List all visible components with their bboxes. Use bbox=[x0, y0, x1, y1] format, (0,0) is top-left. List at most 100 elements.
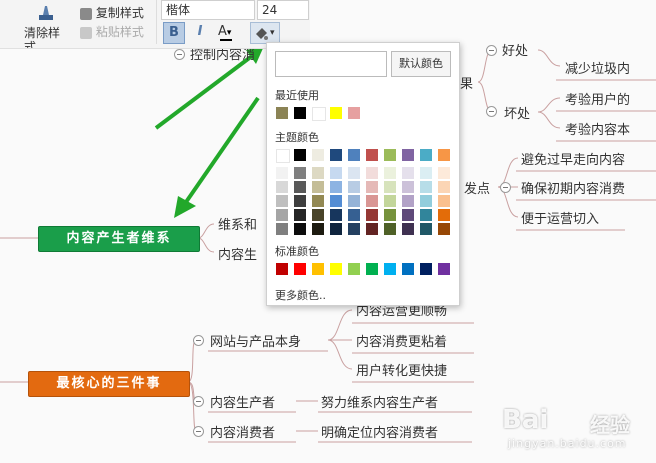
theme-shade-swatch[interactable] bbox=[438, 167, 450, 179]
theme-shade-swatch[interactable] bbox=[402, 223, 414, 235]
theme-shade-swatch[interactable] bbox=[312, 181, 324, 193]
theme-shade-swatch[interactable] bbox=[294, 195, 306, 207]
theme-shade-swatch[interactable] bbox=[348, 181, 360, 193]
theme-color-swatch[interactable] bbox=[366, 149, 378, 161]
theme-shade-swatch[interactable] bbox=[420, 223, 432, 235]
bold-button[interactable]: B bbox=[163, 22, 185, 44]
node-wp-item-2[interactable]: 内容消费更粘着 bbox=[356, 331, 447, 350]
main-node-core-three[interactable]: 最核心的三件事 bbox=[28, 371, 190, 397]
theme-shade-swatch[interactable] bbox=[366, 167, 378, 179]
theme-shade-swatch[interactable] bbox=[348, 223, 360, 235]
theme-shade-swatch[interactable] bbox=[420, 167, 432, 179]
theme-shade-swatch[interactable] bbox=[276, 181, 288, 193]
clear-style-button[interactable]: 清除样式 bbox=[22, 0, 68, 48]
theme-shade-swatch[interactable] bbox=[384, 181, 396, 193]
main-node-producer-retention[interactable]: 内容产生者维系 bbox=[38, 226, 200, 252]
theme-shade-swatch[interactable] bbox=[276, 167, 288, 179]
theme-shade-swatch[interactable] bbox=[294, 167, 306, 179]
theme-shade-swatch[interactable] bbox=[294, 209, 306, 221]
standard-color-swatch[interactable] bbox=[384, 263, 396, 275]
theme-shade-swatch[interactable] bbox=[348, 209, 360, 221]
recent-color-swatch[interactable] bbox=[276, 107, 288, 119]
theme-shade-swatch[interactable] bbox=[330, 181, 342, 193]
collapse-toggle[interactable] bbox=[193, 396, 204, 407]
theme-shade-swatch[interactable] bbox=[312, 195, 324, 207]
node-sp-item-2[interactable]: 确保初期内容消费 bbox=[521, 178, 625, 197]
default-color-button[interactable]: 默认颜色 bbox=[391, 51, 451, 77]
collapse-toggle[interactable] bbox=[193, 426, 204, 437]
node-pros-cons[interactable]: 果 bbox=[460, 73, 473, 92]
collapse-toggle[interactable] bbox=[486, 45, 497, 56]
theme-color-swatch[interactable] bbox=[402, 149, 414, 161]
font-family-select[interactable]: 楷体 bbox=[161, 0, 255, 20]
standard-color-swatch[interactable] bbox=[276, 263, 288, 275]
node-drawback-item-2[interactable]: 考验内容本 bbox=[565, 119, 630, 138]
theme-shade-swatch[interactable] bbox=[438, 195, 450, 207]
theme-shade-swatch[interactable] bbox=[420, 195, 432, 207]
standard-color-swatch[interactable] bbox=[420, 263, 432, 275]
theme-shade-swatch[interactable] bbox=[438, 181, 450, 193]
node-benefit-item[interactable]: 减少垃圾内 bbox=[565, 58, 630, 77]
font-color-button[interactable]: A▾ bbox=[218, 22, 244, 42]
theme-color-swatch[interactable] bbox=[420, 149, 432, 161]
theme-shade-swatch[interactable] bbox=[402, 167, 414, 179]
theme-shade-swatch[interactable] bbox=[294, 181, 306, 193]
fill-color-button[interactable]: ▾ bbox=[250, 22, 280, 44]
theme-color-swatch[interactable] bbox=[294, 149, 306, 161]
paste-style-button[interactable]: 粘贴样式 bbox=[80, 23, 144, 40]
theme-shade-swatch[interactable] bbox=[366, 195, 378, 207]
collapse-toggle[interactable] bbox=[193, 335, 204, 346]
theme-shade-swatch[interactable] bbox=[294, 223, 306, 235]
standard-color-swatch[interactable] bbox=[330, 263, 342, 275]
italic-button[interactable]: I bbox=[190, 22, 210, 42]
theme-shade-swatch[interactable] bbox=[330, 167, 342, 179]
theme-shade-swatch[interactable] bbox=[366, 209, 378, 221]
standard-color-swatch[interactable] bbox=[294, 263, 306, 275]
node-producer[interactable]: 内容生产者 bbox=[210, 392, 275, 411]
theme-shade-swatch[interactable] bbox=[312, 209, 324, 221]
theme-shade-swatch[interactable] bbox=[384, 167, 396, 179]
theme-shade-swatch[interactable] bbox=[402, 195, 414, 207]
node-benefit[interactable]: 好处 bbox=[502, 40, 528, 59]
theme-shade-swatch[interactable] bbox=[276, 223, 288, 235]
theme-shade-swatch[interactable] bbox=[330, 195, 342, 207]
font-size-select[interactable]: 24 bbox=[257, 0, 309, 20]
node-starting-point[interactable]: 发点 bbox=[464, 178, 490, 197]
node-website-product[interactable]: 网站与产品本身 bbox=[210, 331, 301, 350]
theme-shade-swatch[interactable] bbox=[312, 167, 324, 179]
color-hex-input[interactable] bbox=[275, 51, 387, 77]
standard-color-swatch[interactable] bbox=[348, 263, 360, 275]
node-sp-item-1[interactable]: 避免过早走向内容 bbox=[521, 149, 625, 168]
collapse-toggle[interactable] bbox=[174, 49, 185, 60]
theme-color-swatch[interactable] bbox=[438, 149, 450, 161]
theme-shade-swatch[interactable] bbox=[276, 195, 288, 207]
standard-color-swatch[interactable] bbox=[366, 263, 378, 275]
standard-color-swatch[interactable] bbox=[438, 263, 450, 275]
theme-shade-swatch[interactable] bbox=[384, 195, 396, 207]
theme-shade-swatch[interactable] bbox=[384, 223, 396, 235]
recent-color-swatch[interactable] bbox=[330, 107, 342, 119]
theme-shade-swatch[interactable] bbox=[330, 223, 342, 235]
theme-color-swatch[interactable] bbox=[384, 149, 396, 161]
node-retain[interactable]: 维系和 bbox=[218, 214, 257, 233]
theme-color-swatch[interactable] bbox=[312, 149, 324, 161]
node-sp-item-3[interactable]: 便于运营切入 bbox=[521, 208, 599, 227]
theme-shade-swatch[interactable] bbox=[420, 181, 432, 193]
theme-color-swatch[interactable] bbox=[348, 149, 360, 161]
theme-color-swatch[interactable] bbox=[330, 149, 342, 161]
more-colors-link[interactable]: 更多颜色.. bbox=[275, 287, 326, 303]
theme-shade-swatch[interactable] bbox=[348, 167, 360, 179]
copy-style-button[interactable]: 复制样式 bbox=[80, 4, 144, 21]
theme-shade-swatch[interactable] bbox=[366, 181, 378, 193]
theme-shade-swatch[interactable] bbox=[438, 223, 450, 235]
node-drawback[interactable]: 坏处 bbox=[504, 103, 530, 122]
collapse-toggle[interactable] bbox=[500, 182, 511, 193]
recent-color-swatch[interactable] bbox=[312, 107, 326, 121]
theme-shade-swatch[interactable] bbox=[330, 209, 342, 221]
recent-color-swatch[interactable] bbox=[348, 107, 360, 119]
theme-shade-swatch[interactable] bbox=[366, 223, 378, 235]
theme-shade-swatch[interactable] bbox=[402, 209, 414, 221]
node-content-producer-sub[interactable]: 内容生 bbox=[218, 244, 257, 263]
theme-shade-swatch[interactable] bbox=[348, 195, 360, 207]
theme-shade-swatch[interactable] bbox=[402, 181, 414, 193]
